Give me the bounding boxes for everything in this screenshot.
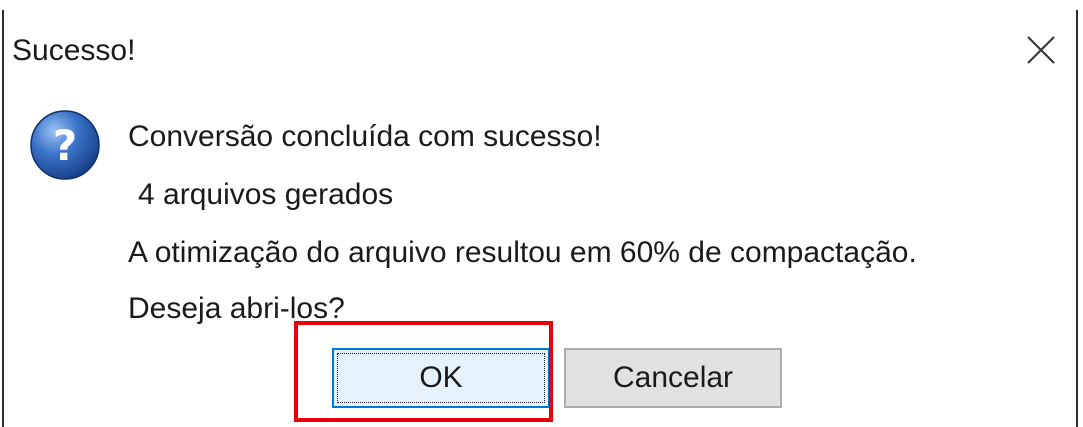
screen: Sucesso! ? Conversão concluída com suces…: [0, 0, 1083, 427]
message-line-3: A otimização do arquivo resultou em 60% …: [128, 236, 917, 269]
message-line-2: 4 arquivos gerados: [138, 178, 394, 211]
dialog-title: Sucesso!: [12, 34, 136, 67]
close-button[interactable]: [1006, 10, 1076, 90]
cancel-button-label: Cancelar: [612, 361, 734, 394]
ok-button[interactable]: OK: [332, 348, 550, 408]
cancel-button[interactable]: Cancelar: [564, 348, 782, 408]
focus-ring: [337, 353, 545, 403]
svg-text:?: ?: [53, 121, 77, 170]
message-line-1: Conversão concluída com sucesso!: [128, 120, 602, 153]
close-icon: [1027, 36, 1055, 64]
question-icon: ?: [30, 110, 100, 180]
dialog-titlebar: Sucesso!: [4, 10, 1076, 90]
dialog-content: ? Conversão concluída com sucesso! 4 arq…: [4, 90, 1076, 427]
message-line-4: Deseja abri-los?: [128, 292, 345, 325]
message-dialog: Sucesso! ? Conversão concluída com suces…: [2, 10, 1078, 427]
